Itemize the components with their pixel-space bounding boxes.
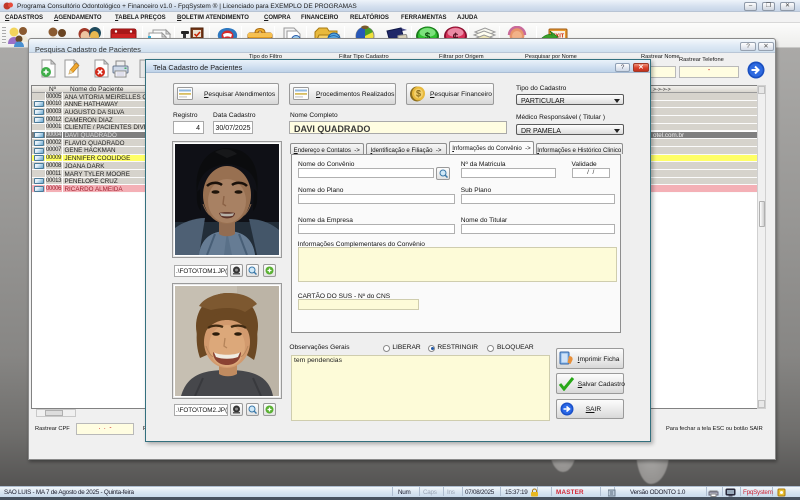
svg-text:$: $: [416, 89, 421, 99]
